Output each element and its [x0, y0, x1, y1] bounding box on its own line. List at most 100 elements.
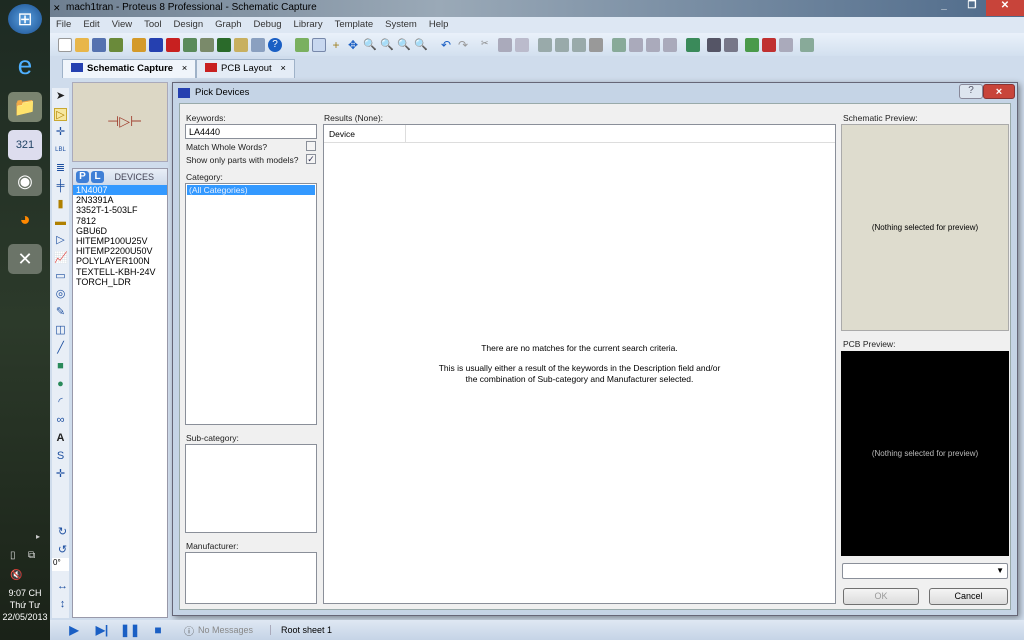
chrome-icon[interactable]: ◉: [8, 166, 42, 196]
menu-graph[interactable]: Graph: [215, 19, 241, 33]
block-move-icon[interactable]: [555, 37, 569, 52]
import-icon[interactable]: [109, 37, 123, 52]
battery-icon[interactable]: ▯: [10, 550, 16, 561]
match-whole-words-checkbox[interactable]: [306, 141, 316, 151]
design-report-icon[interactable]: [800, 37, 814, 52]
exit-to-parent-icon[interactable]: [779, 37, 793, 52]
cancel-button[interactable]: Cancel: [929, 588, 1008, 605]
terminals-icon[interactable]: ▬: [54, 216, 67, 229]
proteus-taskbar-icon[interactable]: ✕: [8, 244, 42, 274]
menu-design[interactable]: Design: [174, 19, 204, 33]
new-file-icon[interactable]: [58, 37, 72, 52]
block-copy-icon[interactable]: [538, 37, 552, 52]
cut-icon[interactable]: ✂: [481, 38, 495, 52]
3d-viewer-icon[interactable]: [183, 37, 197, 52]
menu-template[interactable]: Template: [335, 19, 374, 33]
rotate-clockwise-icon[interactable]: ↻: [54, 524, 71, 544]
column-header-device[interactable]: Device: [324, 125, 406, 143]
manufacturer-list[interactable]: [185, 552, 317, 604]
zoom-in-icon[interactable]: 🔍: [363, 38, 377, 52]
path-icon[interactable]: ∞: [54, 414, 67, 427]
design-explorer-icon[interactable]: [234, 37, 248, 52]
subcircuit-icon[interactable]: ▮: [54, 198, 67, 211]
box-icon[interactable]: ■: [54, 360, 67, 373]
generator-icon[interactable]: ◎: [54, 288, 67, 301]
new-sheet-icon[interactable]: [745, 37, 759, 52]
category-list[interactable]: (All Categories): [185, 183, 317, 425]
bom-icon[interactable]: [217, 37, 231, 52]
internet-explorer-icon[interactable]: e: [8, 50, 42, 80]
menu-debug[interactable]: Debug: [254, 19, 282, 33]
volume-muted-icon[interactable]: 🔇: [10, 570, 22, 581]
paste-icon[interactable]: [515, 37, 529, 52]
wire-autorouter-icon[interactable]: [686, 37, 700, 52]
show-hidden-icons[interactable]: ▸: [36, 532, 40, 541]
symbol-icon[interactable]: S: [54, 450, 67, 463]
network-icon[interactable]: ⧉: [28, 550, 35, 561]
undo-icon[interactable]: ↶: [441, 38, 455, 52]
origin-icon[interactable]: +: [329, 38, 343, 52]
gerber-icon[interactable]: [200, 37, 214, 52]
selection-mode-icon[interactable]: ➤: [54, 90, 67, 103]
device-item[interactable]: TEXTELL-KBH-24V: [73, 267, 167, 277]
graph-icon[interactable]: 📈: [54, 252, 68, 265]
device-item[interactable]: GBU6D: [73, 226, 167, 236]
bus-icon[interactable]: ╪: [54, 180, 67, 193]
wire-label-icon[interactable]: LBL: [54, 144, 67, 157]
line-icon[interactable]: ╱: [54, 342, 67, 355]
stop-icon[interactable]: ■: [144, 623, 172, 637]
rotation-angle-field[interactable]: 0°: [52, 558, 69, 571]
home-icon[interactable]: [132, 37, 146, 52]
device-item[interactable]: 2N3391A: [73, 195, 167, 205]
ok-button[interactable]: OK: [843, 588, 919, 605]
menu-system[interactable]: System: [385, 19, 417, 33]
decompose-icon[interactable]: [663, 37, 677, 52]
device-item[interactable]: TORCH_LDR: [73, 277, 167, 287]
open-folder-icon[interactable]: [75, 37, 89, 52]
package-dropdown[interactable]: ▼: [842, 563, 1008, 579]
marker-icon[interactable]: ✛: [54, 468, 67, 481]
device-item[interactable]: 1N4007: [73, 185, 167, 196]
save-icon[interactable]: [92, 37, 106, 52]
subcategory-list[interactable]: [185, 444, 317, 533]
tab-close-icon[interactable]: ×: [182, 63, 188, 74]
refresh-icon[interactable]: [295, 37, 309, 52]
pick-devices-button[interactable]: P: [76, 171, 89, 183]
copy-icon[interactable]: [498, 37, 512, 52]
circle-icon[interactable]: ●: [54, 378, 67, 391]
arc-icon[interactable]: ◜: [54, 396, 67, 409]
search-tag-icon[interactable]: [707, 37, 721, 52]
device-item[interactable]: HITEMP100U25V: [73, 236, 167, 246]
make-device-icon[interactable]: [629, 37, 643, 52]
schematic-icon[interactable]: [149, 37, 163, 52]
pick-device-icon[interactable]: [612, 37, 626, 52]
flip-horizontal-icon[interactable]: ↔: [54, 578, 71, 598]
menu-edit[interactable]: Edit: [83, 19, 99, 33]
messages-status[interactable]: No Messages: [198, 625, 260, 635]
help-icon[interactable]: ?: [268, 37, 282, 52]
step-icon[interactable]: ▶|: [88, 623, 116, 637]
block-delete-icon[interactable]: [589, 37, 603, 52]
junction-dot-icon[interactable]: ✛: [54, 126, 67, 139]
menu-file[interactable]: File: [56, 19, 71, 33]
component-mode-icon[interactable]: ▷: [54, 108, 67, 121]
menu-view[interactable]: View: [112, 19, 132, 33]
dialog-close-button[interactable]: ×: [983, 84, 1015, 99]
pcb-icon[interactable]: [166, 37, 180, 52]
flip-vertical-icon[interactable]: ↕: [54, 596, 71, 616]
property-assignment-icon[interactable]: [724, 37, 738, 52]
menu-library[interactable]: Library: [294, 19, 323, 33]
pause-icon[interactable]: ❚❚: [116, 623, 144, 637]
clock[interactable]: 9:07 CH Thứ Tư 22/05/2013: [0, 587, 50, 623]
device-item[interactable]: 7812: [73, 216, 167, 226]
zoom-area-icon[interactable]: 🔍: [414, 38, 428, 52]
grid-icon[interactable]: [312, 37, 326, 52]
library-manager-button[interactable]: L: [91, 171, 104, 183]
text-icon[interactable]: A: [54, 432, 67, 445]
source-code-icon[interactable]: [251, 37, 265, 52]
close-button[interactable]: ✕: [986, 0, 1024, 16]
device-item[interactable]: 3352T-1-503LF: [73, 205, 167, 215]
help-button[interactable]: ?: [959, 84, 983, 99]
file-explorer-icon[interactable]: 📁: [8, 92, 42, 122]
remove-sheet-icon[interactable]: [762, 37, 776, 52]
